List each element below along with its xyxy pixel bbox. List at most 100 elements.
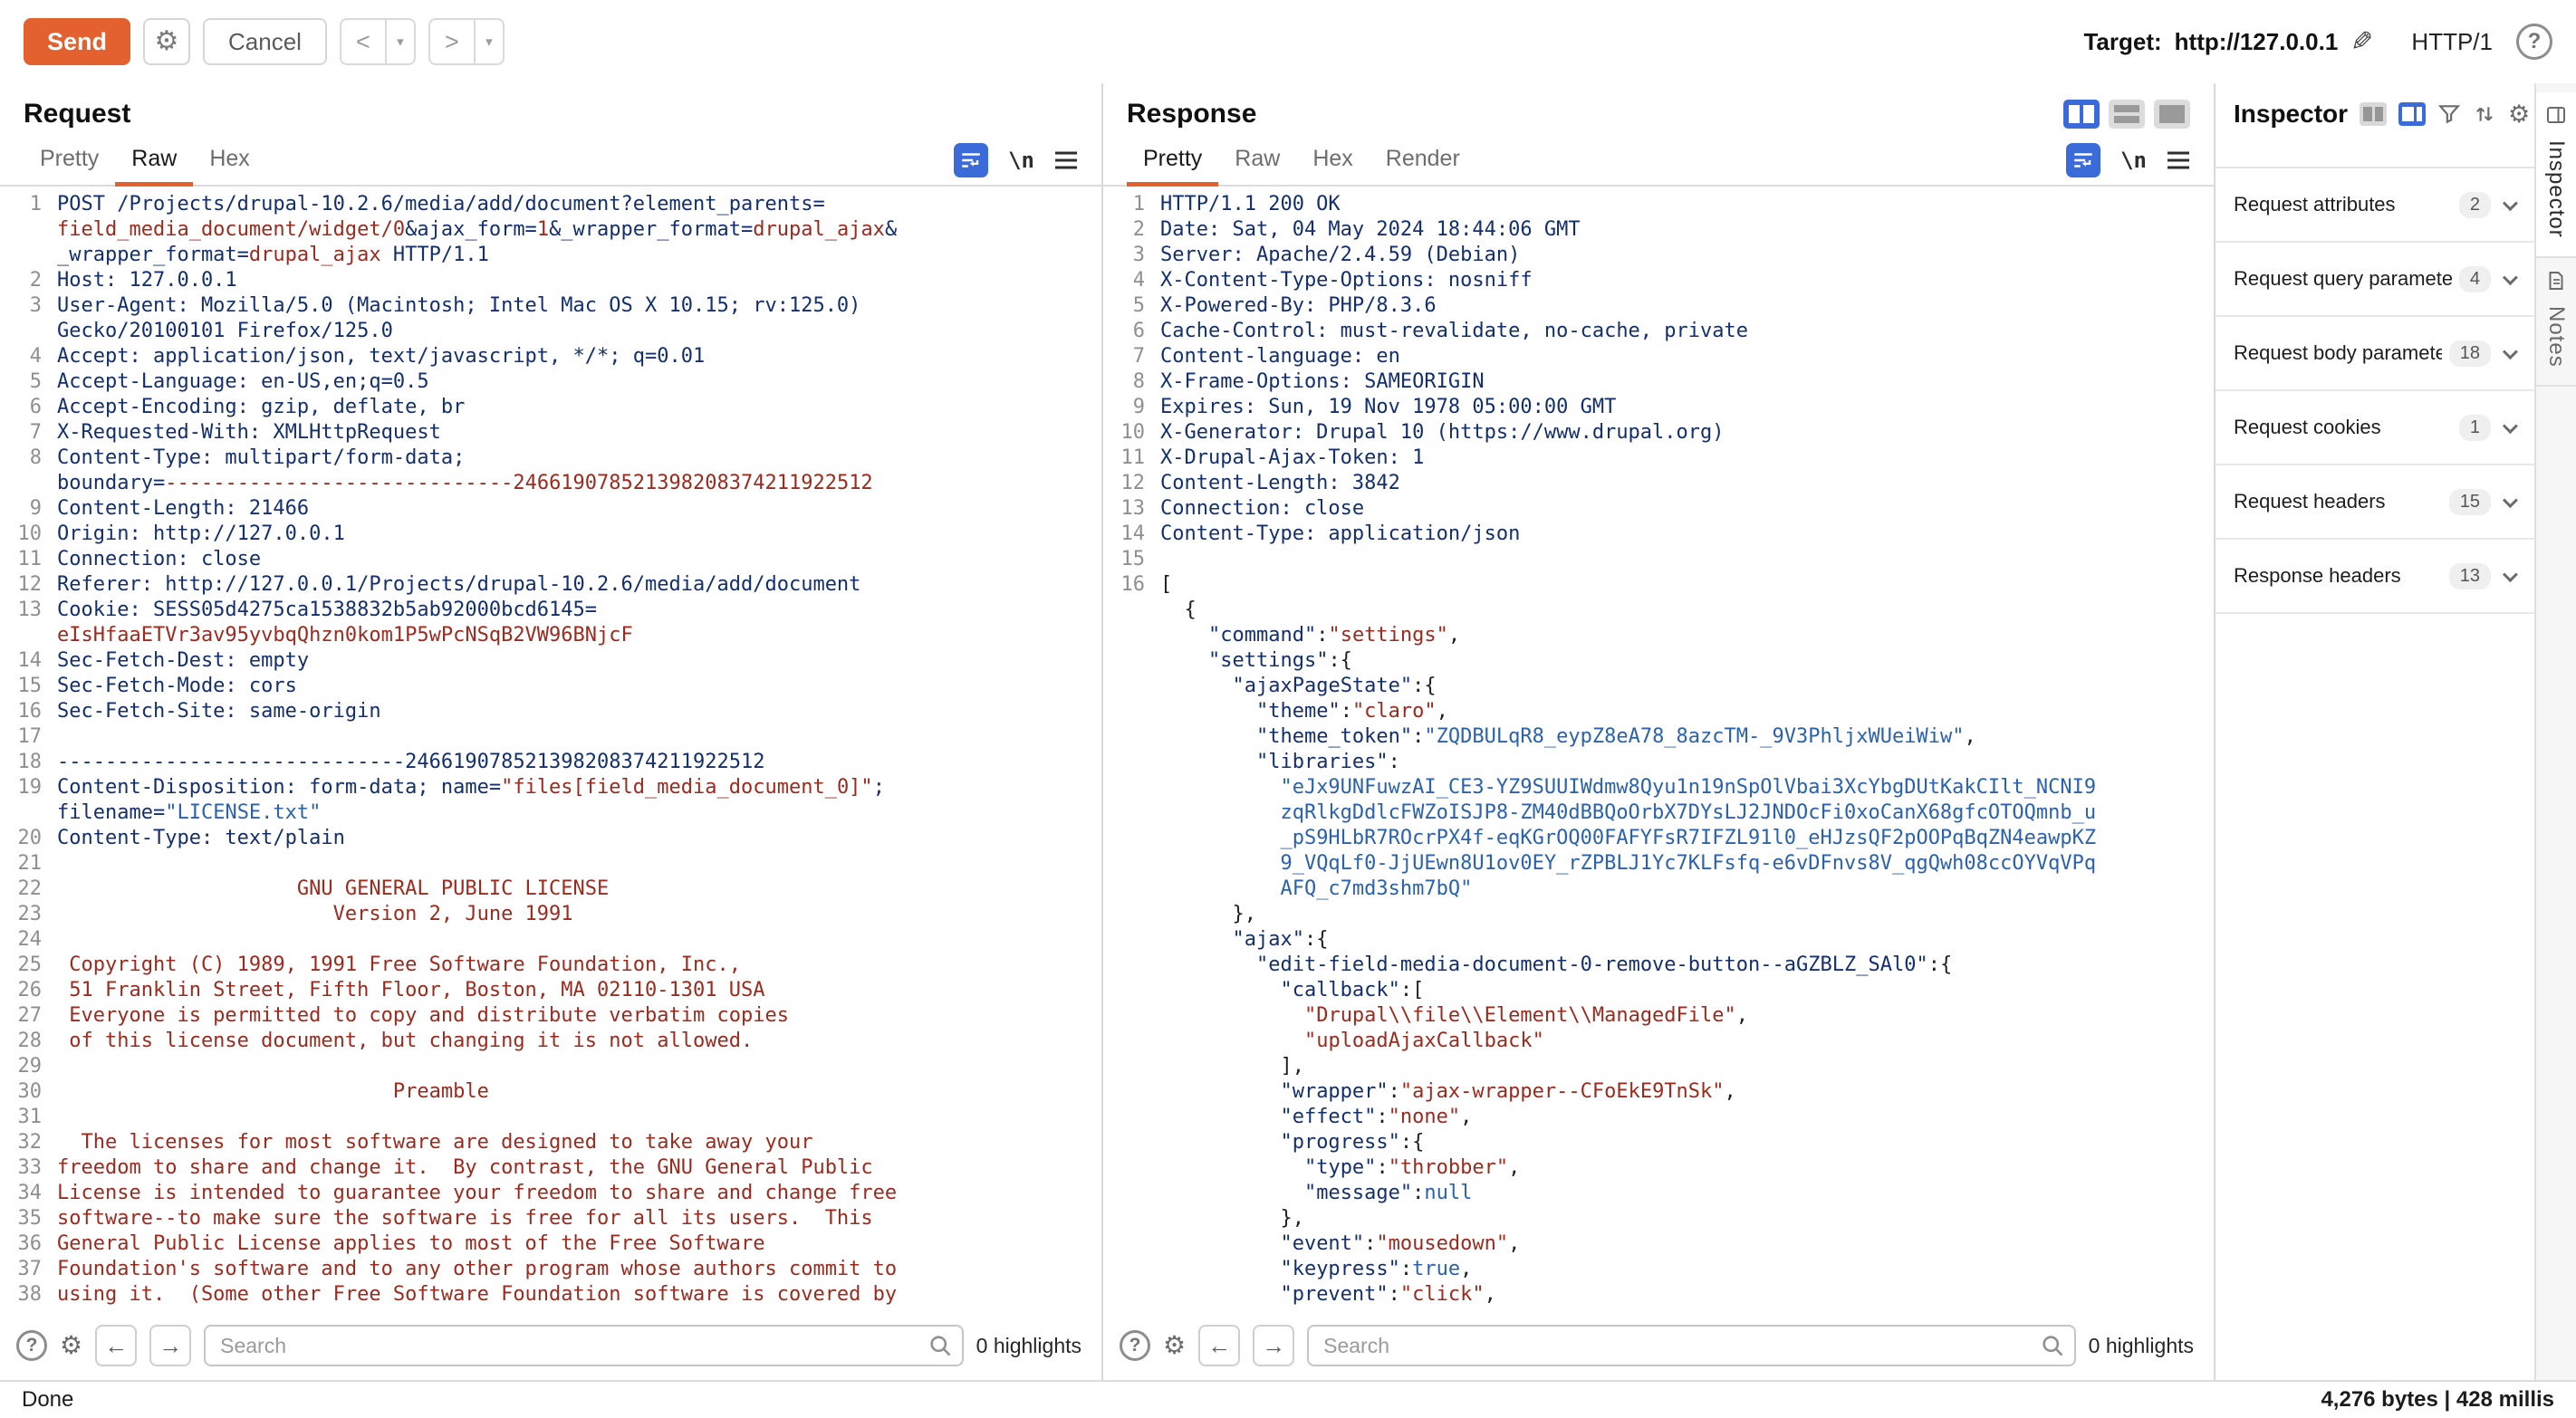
code-line[interactable]: 20Content-Type: text/plain [0,826,1101,851]
code-line[interactable]: 2Date: Sat, 04 May 2024 18:44:06 GMT [1103,217,2214,243]
code-line[interactable]: "theme":"claro", [1103,699,2214,724]
search-input[interactable] [1307,1325,2076,1366]
code-line[interactable]: 19Content-Disposition: form-data; name="… [0,775,1101,800]
tab-hex[interactable]: Hex [193,136,265,187]
code-line[interactable]: 36General Public License applies to most… [0,1231,1101,1257]
code-line[interactable]: 14Sec-Fetch-Dest: empty [0,648,1101,674]
expand-collapse-icon[interactable] [2473,102,2496,126]
code-line[interactable]: "event":"mousedown", [1103,1231,2214,1257]
code-line[interactable]: 33freedom to share and change it. By con… [0,1155,1101,1181]
code-line[interactable]: 32 The licenses for most software are de… [0,1130,1101,1155]
code-line[interactable]: 11Connection: close [0,547,1101,572]
history-back-button[interactable]: < ▾ [340,18,416,65]
rail-tab-inspector[interactable]: Inspector [2536,92,2576,258]
code-line[interactable]: 8Content-Type: multipart/form-data; [0,446,1101,471]
code-line[interactable]: _pS9HLbR7ROcrPX4f-eqKGrOQ00FAFYFsR7IFZL9… [1103,826,2214,851]
code-line[interactable]: 10X-Generator: Drupal 10 (https://www.dr… [1103,420,2214,446]
inspector-section-request-headers[interactable]: Request headers15 [2216,465,2534,540]
code-line[interactable]: "Drupal\\file\\Element\\ManagedFile", [1103,1003,2214,1029]
code-line[interactable]: 5Accept-Language: en-US,en;q=0.5 [0,369,1101,395]
tab-hex[interactable]: Hex [1296,136,1369,187]
search-help-icon[interactable]: ? [1120,1330,1150,1361]
cancel-button[interactable]: Cancel [203,18,327,65]
code-line[interactable]: "callback":[ [1103,978,2214,1003]
code-line[interactable]: "prevent":"click", [1103,1282,2214,1308]
code-line[interactable]: 35software--to make sure the software is… [0,1206,1101,1231]
code-line[interactable]: 16Sec-Fetch-Site: same-origin [0,699,1101,724]
chevron-down-icon[interactable]: ▾ [385,20,414,63]
code-line[interactable]: 15Sec-Fetch-Mode: cors [0,674,1101,699]
code-line[interactable]: "progress":{ [1103,1130,2214,1155]
code-line[interactable]: 25 Copyright (C) 1989, 1991 Free Softwar… [0,953,1101,978]
code-line[interactable]: "uploadAjaxCallback" [1103,1029,2214,1054]
filter-icon[interactable] [2437,102,2461,126]
inspector-section-response-headers[interactable]: Response headers13 [2216,540,2534,614]
search-input[interactable] [204,1325,964,1366]
search-help-icon[interactable]: ? [16,1330,47,1361]
code-line[interactable]: zqRlkgDdlcFWZoISJP8-ZM40dBBQoOrbX7DYsLJ2… [1103,800,2214,826]
code-line[interactable]: 37Foundation's software and to any other… [0,1257,1101,1282]
code-line[interactable]: 13Connection: close [1103,496,2214,522]
http-version-selector[interactable]: HTTP/1 [2411,28,2493,56]
code-line[interactable]: 13Cookie: SESS05d4275ca1538832b5ab92000b… [0,598,1101,623]
code-line[interactable]: 26 51 Franklin Street, Fifth Floor, Bost… [0,978,1101,1003]
code-line[interactable]: 6Cache-Control: must-revalidate, no-cach… [1103,319,2214,344]
code-line[interactable]: 28 of this license document, but changin… [0,1029,1101,1054]
code-line[interactable]: 14Content-Type: application/json [1103,522,2214,547]
inspector-section-request-attributes[interactable]: Request attributes2 [2216,168,2534,243]
history-forward-button[interactable]: > ▾ [428,18,505,65]
code-line[interactable]: }, [1103,902,2214,927]
next-match-button[interactable]: → [149,1325,191,1366]
code-line[interactable]: "ajaxPageState":{ [1103,674,2214,699]
code-line[interactable]: AFQ_c7md3shm7bQ" [1103,877,2214,902]
code-line[interactable]: 18-----------------------------246619078… [0,750,1101,775]
code-line[interactable]: 17 [0,724,1101,750]
inspector-section-request-body-parameters[interactable]: Request body parameters18 [2216,317,2534,391]
code-line[interactable]: 7Content-language: en [1103,344,2214,369]
search-settings-icon[interactable]: ⚙ [60,1333,82,1358]
code-line[interactable]: 12Referer: http://127.0.0.1/Projects/dru… [0,572,1101,598]
code-line[interactable]: 34License is intended to guarantee your … [0,1181,1101,1206]
code-line[interactable]: 10Origin: http://127.0.0.1 [0,522,1101,547]
dock-right-icon[interactable] [2398,102,2426,126]
code-line[interactable]: 7X-Requested-With: XMLHttpRequest [0,420,1101,446]
code-line[interactable]: "message":null [1103,1181,2214,1206]
code-line[interactable]: "libraries": [1103,750,2214,775]
request-editor[interactable]: 1POST /Projects/drupal-10.2.6/media/add/… [0,187,1101,1320]
code-line[interactable]: Gecko/20100101 Firefox/125.0 [0,319,1101,344]
code-line[interactable]: boundary=-----------------------------24… [0,471,1101,496]
code-line[interactable]: 2Host: 127.0.0.1 [0,268,1101,293]
hamburger-menu-icon[interactable] [1054,151,1078,169]
code-line[interactable]: 5X-Powered-By: PHP/8.3.6 [1103,293,2214,319]
gear-icon[interactable]: ⚙ [2508,102,2530,127]
code-line[interactable]: "eJx9UNFuwzAI_CE3-YZ9SUUIWdmw8Qyu1n19nSp… [1103,775,2214,800]
rail-tab-notes[interactable]: Notes [2536,258,2576,388]
code-line[interactable]: 22 GNU GENERAL PUBLIC LICENSE [0,877,1101,902]
code-line[interactable]: }, [1103,1206,2214,1231]
tab-raw[interactable]: Raw [1218,136,1296,187]
layout-columns-button[interactable] [2063,100,2100,129]
code-line[interactable]: filename="LICENSE.txt" [0,800,1101,826]
code-line[interactable]: eIsHfaaETVr3av95yvbqQhzn0kom1P5wPcNSqB2V… [0,623,1101,648]
prev-match-button[interactable]: ← [95,1325,137,1366]
soft-wrap-icon[interactable] [2066,143,2100,177]
inspector-section-request-query-parameters[interactable]: Request query parameters4 [2216,243,2534,317]
code-line[interactable]: "type":"throbber", [1103,1155,2214,1181]
code-line[interactable]: field_media_document/widget/0&ajax_form=… [0,217,1101,243]
code-line[interactable]: 1POST /Projects/drupal-10.2.6/media/add/… [0,192,1101,217]
code-line[interactable]: 21 [0,851,1101,877]
code-line[interactable]: "theme_token":"ZQDBULqR8_eypZ8eA78_8azcT… [1103,724,2214,750]
code-line[interactable]: 9_VQqLf0-JjUEwn8U1ov0EY_rZPBLJ1Yc7KLFsfq… [1103,851,2214,877]
response-editor[interactable]: 1HTTP/1.1 200 OK2Date: Sat, 04 May 2024 … [1103,187,2214,1320]
code-line[interactable]: 4Accept: application/json, text/javascri… [0,344,1101,369]
code-line[interactable]: 1HTTP/1.1 200 OK [1103,192,2214,217]
show-newlines-icon[interactable]: \n [2120,148,2147,173]
code-line[interactable]: 4X-Content-Type-Options: nosniff [1103,268,2214,293]
chevron-down-icon[interactable]: ▾ [474,20,503,63]
code-line[interactable]: 23 Version 2, June 1991 [0,902,1101,927]
tab-render[interactable]: Render [1370,136,1476,187]
code-line[interactable]: "ajax":{ [1103,927,2214,953]
code-line[interactable]: 27 Everyone is permitted to copy and dis… [0,1003,1101,1029]
code-line[interactable]: _wrapper_format=drupal_ajax HTTP/1.1 [0,243,1101,268]
code-line[interactable]: 24 [0,927,1101,953]
